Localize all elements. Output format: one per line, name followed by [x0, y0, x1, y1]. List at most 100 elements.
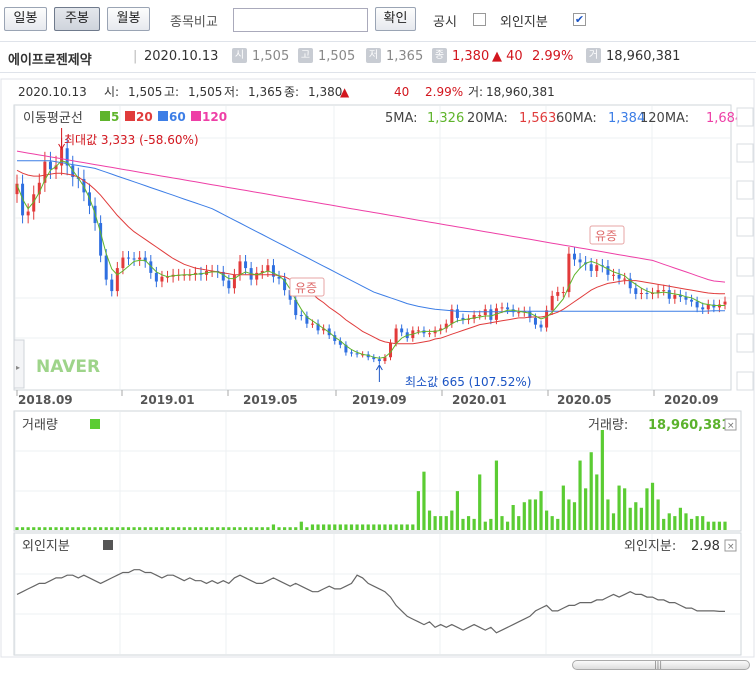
- volume-bar: [115, 527, 119, 530]
- volume-bar: [411, 524, 415, 530]
- stock-info-bar: 에이프로젠제약 | 2020.10.13 시 1,505 고 1,505 저 1…: [0, 41, 756, 73]
- candle: [455, 309, 459, 318]
- gutter-box: [736, 217, 754, 237]
- header-high-label: 고:: [164, 85, 179, 99]
- volume-bar: [333, 524, 337, 530]
- volume-bar: [433, 516, 437, 530]
- legend-label: 60: [169, 110, 186, 124]
- volume-bar: [316, 524, 320, 530]
- volume-bar: [249, 527, 253, 530]
- volume-bar: [132, 527, 136, 530]
- x-tick-label: 2020.05: [557, 393, 612, 407]
- info-open: 1,505: [252, 49, 290, 64]
- period-toolbar: 일봉 주봉 월봉 종목비교 확인 공시 외인지분 ✔: [0, 0, 756, 38]
- daily-button[interactable]: 일봉: [4, 7, 47, 31]
- volume-bar: [478, 474, 482, 530]
- volume-bar: [232, 527, 237, 530]
- volume-bar: [678, 507, 683, 530]
- info-separator: |: [133, 49, 138, 64]
- candle: [723, 301, 727, 305]
- weekly-button[interactable]: 주봉: [54, 7, 100, 31]
- volume-bar: [160, 527, 164, 530]
- volume-bar: [667, 513, 671, 530]
- info-volume: 18,960,381: [606, 49, 681, 64]
- ma-value-label: 60MA:: [556, 111, 597, 126]
- volume-bar: [221, 527, 225, 530]
- volume-bar: [650, 482, 655, 530]
- volume-bar: [673, 516, 677, 530]
- x-tick-label: 2019.01: [140, 393, 195, 407]
- candle: [695, 301, 699, 308]
- candle: [160, 276, 164, 282]
- candle: [556, 292, 560, 296]
- header-open-label: 시:: [104, 85, 119, 99]
- candle: [126, 257, 130, 259]
- candle: [115, 268, 119, 292]
- candle: [266, 265, 270, 271]
- volume-bar: [344, 524, 348, 530]
- open-icon: 시: [232, 48, 247, 63]
- max-annotation: 최대값 3,333 (-58.60%): [64, 133, 199, 147]
- header-volume: 18,960,381: [486, 85, 555, 99]
- volume-bar: [589, 452, 593, 530]
- candle: [394, 328, 398, 343]
- volume-bar: [639, 507, 643, 530]
- max-label: 최대값 3,333 (-58.60%): [64, 133, 199, 147]
- info-change-pct: 2.99%: [532, 49, 574, 64]
- candle: [238, 261, 242, 275]
- candle: [617, 274, 621, 279]
- volume-bar: [572, 502, 577, 530]
- volume-bar: [634, 502, 638, 530]
- volume-bar: [126, 527, 131, 530]
- volume-bar: [305, 527, 309, 530]
- volume-bar: [210, 527, 214, 530]
- candle: [533, 317, 537, 325]
- legend-swatch: [191, 111, 201, 121]
- volume-bar: [561, 485, 565, 530]
- volume-icon: 거: [586, 48, 601, 63]
- candle: [673, 294, 677, 299]
- volume-bar: [243, 527, 248, 530]
- volume-bar: [299, 521, 303, 530]
- volume-bar: [366, 524, 370, 530]
- confirm-button[interactable]: 확인: [375, 7, 416, 31]
- volume-bar: [466, 516, 471, 530]
- gutter-box: [736, 107, 754, 127]
- scrollbar-grip-icon[interactable]: |||: [652, 660, 664, 670]
- candle: [634, 288, 638, 294]
- volume-bar: [310, 524, 315, 530]
- volume-bar: [227, 527, 231, 530]
- header-low: 1,365: [248, 85, 282, 99]
- monthly-button[interactable]: 월봉: [107, 7, 150, 31]
- volume-bar: [717, 521, 722, 530]
- volume-bar: [193, 527, 197, 530]
- volume-bar: [416, 491, 420, 530]
- volume-bar: [595, 474, 599, 530]
- foreign-checkbox[interactable]: ✔: [573, 13, 586, 26]
- candle: [377, 359, 381, 362]
- volume-bar: [294, 527, 298, 530]
- candle: [428, 333, 432, 335]
- notice-checkbox[interactable]: [473, 13, 486, 26]
- volume-bar: [684, 513, 688, 530]
- volume-bar: [138, 527, 142, 530]
- close-icon: 종: [432, 48, 447, 63]
- gutter-box: [736, 143, 754, 163]
- candle: [606, 266, 610, 275]
- volume-bar: [628, 507, 632, 530]
- foreign-value-label: 외인지분:: [624, 539, 676, 554]
- candle: [310, 323, 314, 325]
- volume-bar: [706, 521, 710, 530]
- x-tick-label: 2020.01: [452, 393, 507, 407]
- header-up-arrow: ▲: [340, 85, 350, 99]
- volume-bar: [439, 516, 443, 530]
- volume-bar: [662, 518, 666, 530]
- stock-name: 에이프로젠제약: [8, 53, 92, 68]
- volume-bar: [427, 510, 432, 530]
- compare-input[interactable]: [233, 8, 368, 32]
- volume-bar: [522, 502, 526, 530]
- volume-bar: [611, 513, 616, 530]
- foreign-close-icon: ×: [727, 542, 735, 552]
- candle: [545, 310, 549, 328]
- volume-bar: [82, 527, 86, 530]
